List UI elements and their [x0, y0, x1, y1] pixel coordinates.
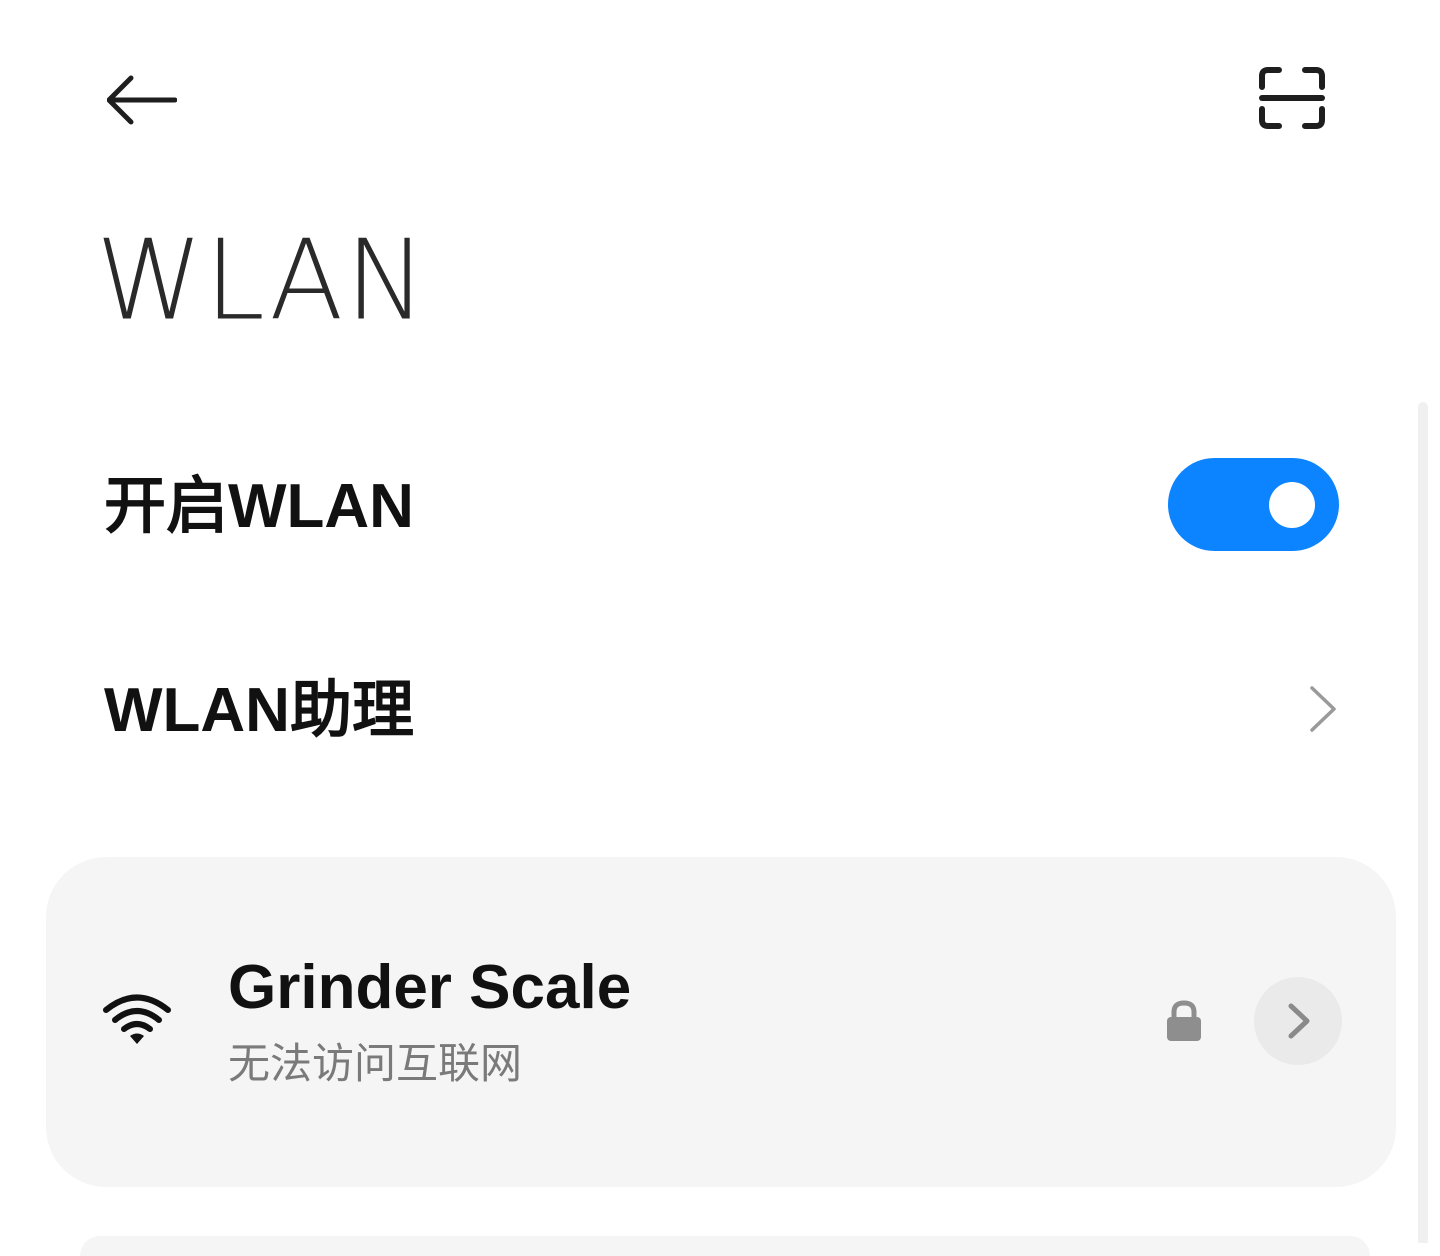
- toggle-knob: [1269, 482, 1315, 528]
- wlan-assistant-label: WLAN助理: [104, 676, 414, 745]
- lock-icon: [1167, 1000, 1201, 1041]
- network-name: Grinder Scale: [228, 953, 632, 1022]
- wlan-toggle[interactable]: [1168, 458, 1339, 551]
- back-arrow-icon: [107, 75, 177, 125]
- chevron-right-icon: [1288, 1003, 1310, 1039]
- wlan-assistant-row[interactable]: WLAN助理: [0, 640, 1440, 780]
- scan-button[interactable]: [1248, 56, 1336, 140]
- network-status: 无法访问互联网: [228, 1039, 523, 1088]
- wifi-signal-icon: [103, 994, 171, 1044]
- scrollbar[interactable]: [1418, 402, 1428, 1243]
- scan-icon: [1259, 67, 1325, 129]
- back-button[interactable]: [96, 60, 188, 140]
- network-item[interactable]: Grinder Scale 无法访问互联网: [46, 857, 1396, 1187]
- top-bar: [0, 0, 1440, 190]
- next-network-item: [80, 1236, 1370, 1256]
- page-title: WLAN: [96, 217, 429, 346]
- enable-wlan-label: 开启WLAN: [104, 472, 414, 541]
- enable-wlan-row[interactable]: 开启WLAN: [0, 440, 1440, 570]
- network-detail-button[interactable]: [1254, 977, 1342, 1065]
- chevron-right-icon: [1310, 686, 1336, 732]
